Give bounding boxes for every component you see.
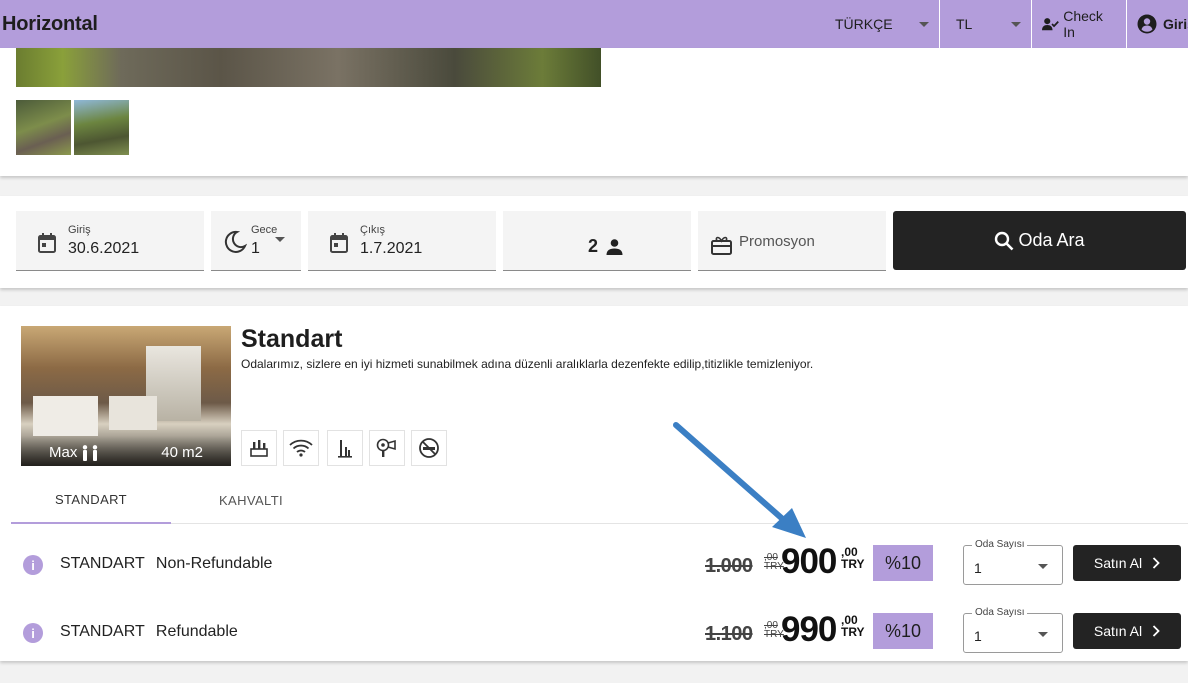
gallery-thumbnail[interactable]	[74, 100, 129, 155]
login-link[interactable]: Giriş	[1126, 0, 1188, 48]
kettle-icon[interactable]	[327, 430, 363, 466]
person-icon	[606, 239, 623, 255]
rate-policy: Refundable	[155, 623, 238, 640]
top-bar-actions: TÜRKÇE TL Check In Giriş	[823, 0, 1188, 48]
chevron-down-icon	[1011, 21, 1021, 27]
room-count-value: 1	[974, 560, 982, 576]
current-price-currency: TRY	[841, 625, 865, 639]
room-count-value: 1	[974, 628, 982, 644]
room-photo-bed	[109, 396, 157, 430]
two-persons-icon	[83, 444, 98, 461]
guests-value: 2	[588, 236, 599, 256]
promo-code-placeholder: Promosyon	[739, 233, 815, 250]
room-title: Standart	[241, 325, 343, 353]
current-price-currency: TRY	[841, 557, 865, 571]
checkout-date-value: 1.7.2021	[360, 240, 423, 257]
buy-button-label: Satın Al	[1093, 623, 1143, 639]
room-photo-bed	[33, 396, 98, 436]
top-bar: Horizontal TÜRKÇE TL Check In Giriş	[0, 0, 1188, 48]
checkin-link[interactable]: Check In	[1031, 0, 1126, 48]
current-price-suffix: ,00 TRY	[841, 546, 865, 570]
search-icon	[995, 231, 1014, 250]
max-occupancy-label: Max	[49, 444, 100, 461]
max-occupancy-text: Max	[49, 444, 78, 461]
checkin-label: Check In	[1063, 8, 1103, 40]
chevron-down-icon	[919, 21, 929, 27]
search-rooms-button[interactable]: Oda Ara	[893, 211, 1186, 270]
discount-badge: %10	[873, 613, 933, 649]
old-price: 1.000	[705, 555, 753, 577]
buy-button-label: Satın Al	[1093, 555, 1143, 571]
user-check-icon	[1042, 18, 1059, 31]
hotel-hero-image	[16, 48, 601, 87]
language-select-value: TÜRKÇE	[835, 16, 893, 32]
room-area-label: 40 m2	[161, 444, 203, 461]
room-photo[interactable]: Max 40 m2	[21, 326, 231, 466]
tab-standart[interactable]: STANDART	[11, 476, 171, 524]
chevron-down-icon	[275, 237, 285, 242]
search-rooms-label: Oda Ara	[1018, 230, 1085, 250]
rate-type: STANDART	[60, 623, 145, 640]
checkout-date-field[interactable]: Çıkış 1.7.2021	[308, 211, 496, 271]
minibar-icon[interactable]	[241, 430, 277, 466]
discount-badge: %10	[873, 545, 933, 581]
currency-select[interactable]: TL	[939, 0, 1031, 48]
checkout-date-label: Çıkış	[360, 224, 386, 236]
nights-value: 1	[251, 240, 260, 257]
rate-row: i STANDART Refundable 1.100 ,00 TRY 990 …	[0, 603, 1188, 663]
currency-select-value: TL	[956, 16, 973, 32]
guests-field[interactable]: 2	[503, 211, 691, 271]
account-circle-icon	[1137, 14, 1157, 34]
room-count-select[interactable]: Oda Sayısı 1	[963, 539, 1063, 585]
no-smoking-icon[interactable]	[411, 430, 447, 466]
nights-label: Gece	[251, 224, 278, 236]
hair-dryer-icon[interactable]	[369, 430, 405, 466]
rate-name: STANDART Non-Refundable	[60, 555, 272, 573]
room-description: Odalarımız, sizlere en iyi hizmeti sunab…	[241, 357, 814, 371]
current-price: 990	[781, 610, 837, 649]
gift-card-icon	[711, 236, 732, 255]
nights-select[interactable]: Gece 1	[211, 211, 301, 271]
checkin-date-field[interactable]: Giriş 30.6.2021	[16, 211, 204, 271]
room-count-label: Oda Sayısı	[972, 607, 1028, 618]
login-label: Giriş	[1163, 16, 1188, 32]
rate-row: i STANDART Non-Refundable 1.000 ,00 TRY …	[0, 535, 1188, 595]
checkin-date-value: 30.6.2021	[68, 240, 140, 257]
current-price-suffix: ,00 TRY	[841, 614, 865, 638]
calendar-icon	[330, 233, 348, 253]
buy-button[interactable]: Satın Al	[1073, 545, 1181, 581]
gallery-card	[0, 48, 1188, 176]
rate-policy: Non-Refundable	[155, 555, 273, 572]
rate-type: STANDART	[60, 555, 145, 572]
chevron-right-icon	[1152, 625, 1160, 637]
chevron-down-icon	[1038, 564, 1048, 569]
wifi-icon[interactable]	[283, 430, 319, 466]
buy-button[interactable]: Satın Al	[1073, 613, 1181, 649]
brand-title: Horizontal	[2, 12, 98, 35]
chevron-down-icon	[1038, 632, 1048, 637]
language-select[interactable]: TÜRKÇE	[823, 0, 939, 48]
moon-icon	[224, 230, 247, 253]
old-price: 1.100	[705, 623, 753, 645]
current-price: 900	[781, 542, 837, 581]
promo-code-field[interactable]: Promosyon	[698, 211, 886, 271]
rate-tabs: STANDART KAHVALTI	[11, 476, 1188, 524]
rate-name: STANDART Refundable	[60, 623, 238, 641]
checkin-date-label: Giriş	[68, 224, 91, 236]
chevron-right-icon	[1152, 557, 1160, 569]
info-icon[interactable]: i	[23, 555, 43, 575]
tab-kahvalti[interactable]: KAHVALTI	[171, 476, 331, 524]
gallery-thumbnail[interactable]	[16, 100, 71, 155]
search-bar: Giriş 30.6.2021 Gece 1 Çıkış 1.7.2021 2 …	[0, 196, 1188, 288]
room-count-label: Oda Sayısı	[972, 539, 1028, 550]
calendar-icon	[38, 233, 56, 253]
info-icon[interactable]: i	[23, 623, 43, 643]
room-count-select[interactable]: Oda Sayısı 1	[963, 607, 1063, 653]
room-card: Max 40 m2 Standart Odalarımız, sizlere e…	[0, 306, 1188, 661]
